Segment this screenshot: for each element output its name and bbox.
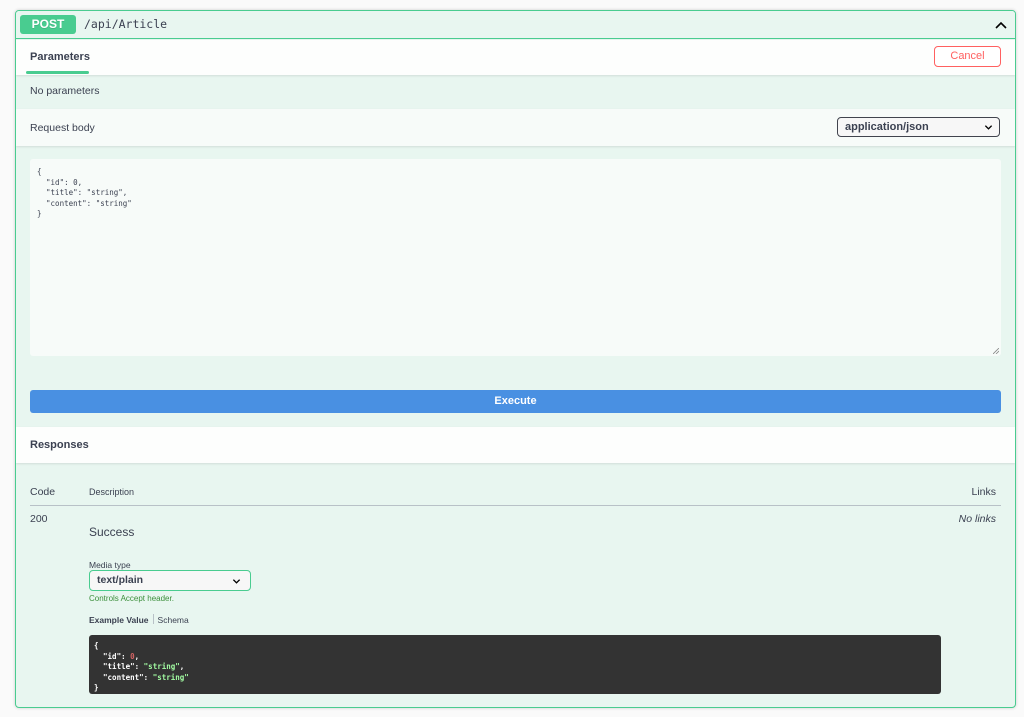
tab-example-value[interactable]: Example Value [89,615,149,625]
tab-parameters[interactable]: Parameters [30,51,90,63]
example-line: "content": "string" [103,672,189,682]
responses-title: Responses [30,439,89,451]
editor-line: } [37,209,42,218]
media-type-label: Media type [89,560,131,570]
method-badge: POST [20,15,76,34]
column-header-code: Code [30,486,56,498]
editor-line: { [37,167,42,176]
controls-accept-hint: Controls Accept header. [89,594,174,603]
editor-line: "content": "string" [37,198,132,208]
media-type-value: text/plain [97,574,144,586]
media-type-select[interactable]: text/plain [89,570,251,591]
no-parameters-text: No parameters [30,85,100,97]
active-tab-indicator [26,71,89,74]
editor-line: "id": 0, [37,177,83,187]
operation-summary[interactable]: POST /api/Article [16,11,1015,39]
column-header-description: Description [89,487,135,497]
example-value-block: { "id": 0, "title": "string", "content":… [89,635,941,694]
column-header-links: Links [971,486,996,498]
request-body-label: Request body [30,122,95,134]
request-body-editor[interactable]: { "id": 0, "title": "string", "content":… [30,159,1001,356]
editor-line: "title": "string", [37,188,128,197]
tab-separator [152,614,154,624]
chevron-up-icon[interactable] [993,17,1009,33]
response-code: 200 [30,513,48,525]
model-tabs: Example Value Schema [89,614,189,625]
execute-button[interactable]: Execute [30,390,1001,413]
chevron-down-icon [232,579,241,584]
cancel-button[interactable]: Cancel [934,46,1001,67]
example-line: } [94,683,99,692]
parameters-header: Parameters Cancel [16,40,1015,75]
table-divider [30,505,1001,506]
example-line: "title": "string", [103,662,185,671]
response-links: No links [958,513,996,525]
resize-grip-icon[interactable] [993,348,999,354]
operation-block: POST /api/Article Parameters Cancel No p… [15,10,1016,708]
content-type-value: application/json [845,121,929,133]
example-line: { [94,641,99,650]
responses-header: Responses [16,427,1015,463]
endpoint-path: /api/Article [84,17,168,31]
content-type-select[interactable]: application/json [837,117,1000,137]
example-line: "id": 0, [103,651,140,661]
tab-schema[interactable]: Schema [158,615,189,625]
request-body-header: Request body application/json [16,109,1015,146]
chevron-down-icon [984,125,993,130]
response-description: Success [89,525,135,539]
